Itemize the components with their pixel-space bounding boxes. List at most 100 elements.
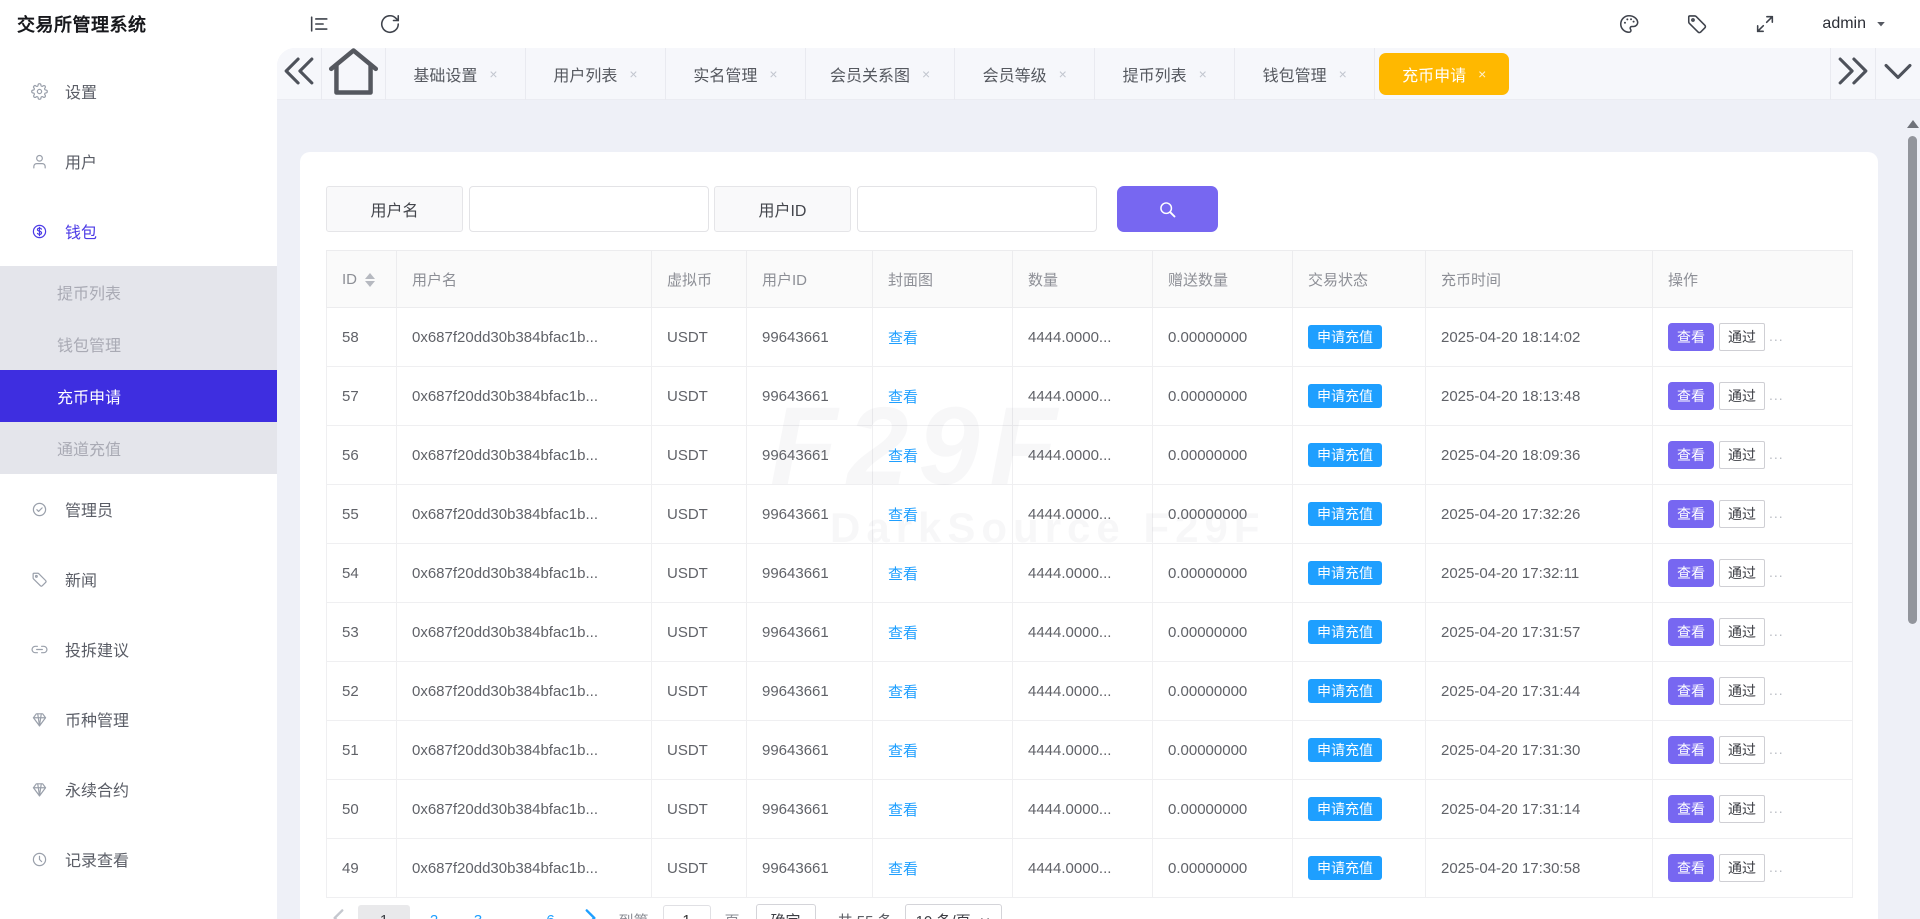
- link-icon: [31, 641, 48, 658]
- userid-input[interactable]: [857, 186, 1097, 232]
- column-header: 虚拟币: [651, 250, 747, 308]
- view-button[interactable]: 查看: [1668, 677, 1714, 705]
- view-button[interactable]: 查看: [1668, 500, 1714, 528]
- approve-button[interactable]: 通过: [1719, 323, 1765, 351]
- theme-palette-button[interactable]: [1618, 13, 1640, 35]
- collapse-menu-button[interactable]: [308, 13, 330, 35]
- gear-icon: [31, 82, 48, 100]
- view-cover-link[interactable]: 查看: [888, 684, 918, 701]
- tabs-menu-button[interactable]: [1875, 48, 1920, 100]
- view-cover-link[interactable]: 查看: [888, 330, 918, 347]
- tab-item[interactable]: 会员等级 ×: [955, 48, 1096, 100]
- view-cover-link[interactable]: 查看: [888, 448, 918, 465]
- approve-button[interactable]: 通过: [1719, 795, 1765, 823]
- view-button[interactable]: 查看: [1668, 382, 1714, 410]
- tab-close-icon[interactable]: ×: [922, 67, 930, 81]
- approve-button[interactable]: 通过: [1719, 382, 1765, 410]
- column-header: 交易状态: [1292, 250, 1426, 308]
- cell-user-id: 99643661: [746, 602, 873, 662]
- view-cover-link[interactable]: 查看: [888, 625, 918, 642]
- username-input[interactable]: [469, 186, 709, 232]
- view-button[interactable]: 查看: [1668, 441, 1714, 469]
- goto-page-input[interactable]: [662, 905, 711, 919]
- view-button[interactable]: 查看: [1668, 736, 1714, 764]
- tab-active[interactable]: 充币申请 ×: [1379, 52, 1510, 95]
- page-button[interactable]: 3: [458, 905, 498, 919]
- view-button[interactable]: 查看: [1668, 618, 1714, 646]
- view-cover-link[interactable]: 查看: [888, 743, 918, 760]
- sidebar-item-tag[interactable]: 新闻: [0, 544, 277, 614]
- cell-cover: 查看: [872, 720, 1013, 780]
- view-button[interactable]: 查看: [1668, 323, 1714, 351]
- cell-user-id: 99643661: [746, 543, 873, 603]
- sidebar-subitem[interactable]: 充币申请: [0, 370, 277, 422]
- tab-close-icon[interactable]: ×: [1059, 67, 1067, 81]
- tab-item[interactable]: 基础设置 ×: [386, 48, 526, 100]
- view-cover-link[interactable]: 查看: [888, 389, 918, 406]
- tab-close-icon[interactable]: ×: [769, 67, 777, 81]
- refresh-button[interactable]: [379, 13, 401, 35]
- sidebar-item-link[interactable]: 投拆建议: [0, 614, 277, 684]
- tag-button[interactable]: [1686, 13, 1708, 35]
- refresh-icon: [379, 13, 401, 35]
- sidebar-item-circle-check[interactable]: 管理员: [0, 474, 277, 544]
- tab-home[interactable]: [322, 48, 386, 100]
- view-cover-link[interactable]: 查看: [888, 566, 918, 583]
- approve-button[interactable]: 通过: [1719, 441, 1765, 469]
- tab-item[interactable]: 用户列表 ×: [526, 48, 666, 100]
- sidebar-item-history[interactable]: 记录查看: [0, 824, 277, 894]
- sidebar-item-dollar[interactable]: 钱包: [0, 196, 277, 266]
- sidebar-item-gear[interactable]: 设置: [0, 56, 277, 126]
- fullscreen-button[interactable]: [1754, 13, 1776, 35]
- search-button[interactable]: [1117, 186, 1218, 232]
- table-header-row: ID 用户名 虚拟币 用户ID 封面图 数量 赠送数量 交易状态 充币时间 操作: [326, 250, 1853, 308]
- approve-button[interactable]: 通过: [1719, 500, 1765, 528]
- tab-item[interactable]: 提币列表 ×: [1095, 48, 1236, 100]
- goto-confirm-button[interactable]: 确定: [755, 904, 816, 919]
- approve-button[interactable]: 通过: [1719, 736, 1765, 764]
- view-cover-link[interactable]: 查看: [888, 507, 918, 524]
- sidebar-subitem[interactable]: 钱包管理: [0, 318, 277, 370]
- cell-status: 申请充值: [1292, 661, 1426, 721]
- tab-close-icon[interactable]: ×: [1199, 67, 1207, 81]
- page-button[interactable]: 2: [414, 905, 454, 919]
- scrollbar-up-arrow[interactable]: [1906, 120, 1919, 128]
- sidebar-item-gem[interactable]: 永续合约: [0, 754, 277, 824]
- page-button[interactable]: 6: [531, 905, 571, 919]
- approve-button[interactable]: 通过: [1719, 559, 1765, 587]
- scrollbar-thumb[interactable]: [1908, 136, 1917, 624]
- sort-icon[interactable]: [365, 272, 375, 287]
- view-button[interactable]: 查看: [1668, 854, 1714, 882]
- view-button[interactable]: 查看: [1668, 795, 1714, 823]
- tabs-scroll-right-button[interactable]: [1830, 48, 1875, 100]
- tab-close-icon[interactable]: ×: [489, 67, 497, 81]
- view-cover-link[interactable]: 查看: [888, 802, 918, 819]
- cell-user-id: 99643661: [746, 661, 873, 721]
- sidebar-subitem[interactable]: 通道充值: [0, 422, 277, 474]
- per-page-value: 10 条/页: [916, 910, 971, 919]
- tab-item[interactable]: 会员关系图 ×: [806, 48, 956, 100]
- next-page-button[interactable]: [577, 906, 603, 919]
- cell-username: 0x687f20dd30b384bfac1b...: [396, 366, 652, 426]
- sidebar-item-gem[interactable]: 币种管理: [0, 684, 277, 754]
- status-badge: 申请充值: [1308, 502, 1382, 526]
- tabs-scroll-left-button[interactable]: [277, 48, 322, 100]
- tab-item[interactable]: 钱包管理 ×: [1235, 48, 1376, 100]
- tab-close-icon[interactable]: ×: [1478, 67, 1486, 81]
- sidebar-item-user[interactable]: 用户: [0, 126, 277, 196]
- view-cover-link[interactable]: 查看: [888, 861, 918, 878]
- status-badge: 申请充值: [1308, 856, 1382, 880]
- sidebar-subitem[interactable]: 提币列表: [0, 266, 277, 318]
- tab-close-icon[interactable]: ×: [629, 67, 637, 81]
- view-button[interactable]: 查看: [1668, 559, 1714, 587]
- approve-button[interactable]: 通过: [1719, 618, 1765, 646]
- table-row: 55 0x687f20dd30b384bfac1b... USDT 99643661 查…: [326, 484, 1853, 544]
- approve-button[interactable]: 通过: [1719, 677, 1765, 705]
- per-page-select[interactable]: 10 条/页: [904, 904, 1002, 919]
- tab-close-icon[interactable]: ×: [1339, 67, 1347, 81]
- approve-button[interactable]: 通过: [1719, 854, 1765, 882]
- prev-page-button[interactable]: [326, 906, 352, 919]
- user-menu[interactable]: admin: [1822, 15, 1888, 33]
- gem-icon: [31, 711, 48, 728]
- tab-item[interactable]: 实名管理 ×: [666, 48, 806, 100]
